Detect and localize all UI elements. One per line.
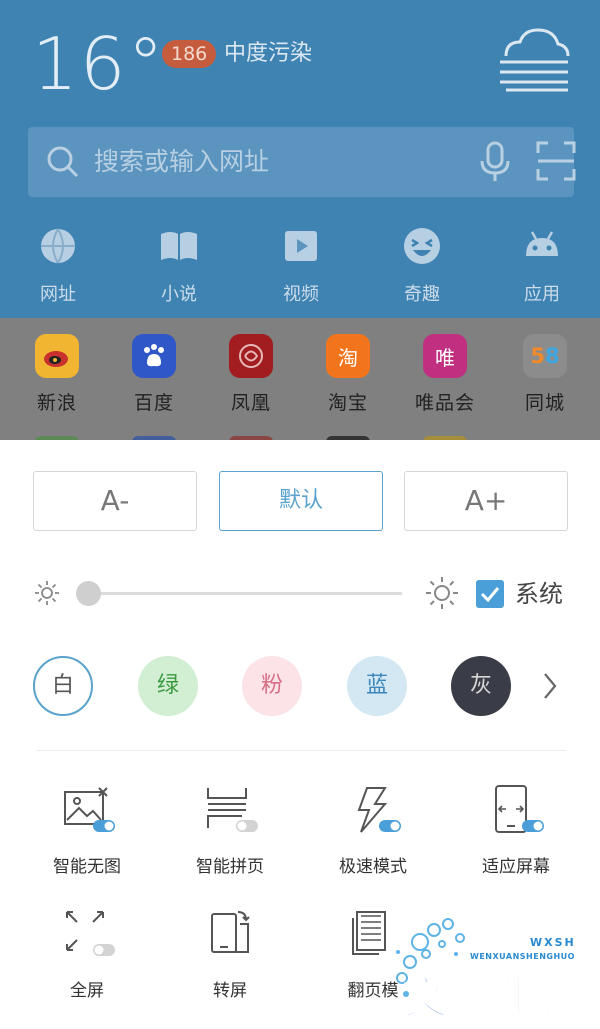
watermark-text: 文暄生活 [403,972,588,1025]
theme-gray[interactable]: 灰 [451,656,511,716]
watermark-logo: WXSH WENXUANSHENGHUO 文暄生活 [390,912,590,1025]
site-label: 凤凰 [230,392,271,414]
home-header: 16° 186 中度污染 搜索或输入网址 网址 小说 视频 奇趣 应用 [0,0,600,318]
font-decrease-button[interactable]: A- [33,471,197,531]
checkmark-icon [480,587,500,603]
ifeng-icon [229,334,273,378]
brightness-slider[interactable] [88,592,402,595]
page-merge-icon [207,788,258,832]
lightning-icon [357,787,401,833]
site-ifeng[interactable]: 凤凰 [206,334,296,415]
font-increase-button[interactable]: A+ [404,471,568,531]
58-icon: 58 [523,334,567,378]
brightness-row: 系统 [0,572,600,616]
site-label: 淘宝 [327,392,368,414]
58-icon-text: 58 [530,344,560,368]
divider [36,750,566,751]
nav-item-apps[interactable]: 应用 [497,224,587,306]
nav-item-novel[interactable]: 小说 [134,224,224,306]
nav-label: 应用 [524,284,560,305]
theme-blue[interactable]: 蓝 [347,656,407,716]
fullscreen-icon [66,911,115,956]
tool-label: 适应屏幕 [482,857,550,877]
mic-icon[interactable] [478,141,512,183]
vip-icon-text: 唯 [435,345,455,370]
laugh-face-icon [404,228,440,264]
watermark-tag: WXSH [530,936,576,949]
tool-speed-mode[interactable]: 极速模式 [308,784,438,877]
tool-label: 转屏 [213,981,247,1001]
tool-smart-page-merge[interactable]: 智能拼页 [165,784,295,877]
play-icon [285,231,317,261]
scan-icon[interactable] [536,141,576,181]
brightness-slider-handle[interactable] [76,581,101,606]
tool-label: 极速模式 [339,857,407,877]
nav-label: 网址 [40,284,76,305]
theme-white[interactable]: 白 [33,656,93,716]
temperature: 16° [32,22,166,106]
rotate-screen-icon [211,911,250,953]
baidu-paw-icon [132,334,176,378]
chevron-right-icon[interactable] [540,670,560,702]
brightness-high-icon [426,577,458,609]
tool-label: 全屏 [70,981,104,1001]
site-sina[interactable]: 新浪 [12,334,102,415]
book-icon [161,232,197,260]
globe-icon [41,228,75,264]
taobao-icon: 淘 [326,334,370,378]
nav-label: 奇趣 [404,284,440,305]
tool-fullscreen[interactable]: 全屏 [22,908,152,1001]
tool-label: 智能拼页 [196,857,264,877]
nav-item-fun[interactable]: 奇趣 [377,224,467,306]
site-baidu[interactable]: 百度 [109,334,199,415]
theme-selector: 白 绿 粉 蓝 灰 [0,656,600,718]
no-image-icon [64,787,115,832]
nav-item-url[interactable]: 网址 [13,224,103,306]
nav-item-video[interactable]: 视频 [256,224,346,306]
site-58[interactable]: 58 同城 [500,334,590,415]
font-default-button[interactable]: 默认 [219,471,383,531]
aqi-label[interactable]: 中度污染 [224,38,312,70]
vip-icon: 唯 [423,334,467,378]
search-bar[interactable]: 搜索或输入网址 [28,127,576,197]
search-icon [47,146,79,178]
tool-rotate-screen[interactable]: 转屏 [165,908,295,1001]
theme-green[interactable]: 绿 [138,656,198,716]
search-input[interactable]: 搜索或输入网址 [94,145,269,179]
system-brightness-checkbox[interactable] [476,580,504,608]
brightness-low-icon [35,581,59,605]
site-label: 新浪 [36,392,77,414]
aqi-badge[interactable]: 186 [162,40,217,68]
site-taobao[interactable]: 淘 淘宝 [303,334,393,415]
site-grid: 新浪 百度 凤凰 淘 淘宝 唯 唯品会 58 同城 [0,318,600,444]
site-label: 同城 [524,392,565,414]
tool-smart-no-image[interactable]: 智能无图 [22,784,152,877]
nav-label: 视频 [283,284,319,305]
android-icon [526,231,558,256]
site-vip[interactable]: 唯 唯品会 [400,334,490,415]
theme-pink[interactable]: 粉 [242,656,302,716]
watermark-sub: WENXUANSHENGHUO [470,952,575,961]
nav-label: 小说 [161,284,197,305]
site-label: 百度 [133,392,174,414]
tool-fit-screen[interactable]: 适应屏幕 [451,784,581,877]
fit-screen-icon [495,785,544,833]
taobao-icon-text: 淘 [338,345,358,370]
tool-label: 智能无图 [53,857,121,877]
quick-nav: 网址 小说 视频 奇趣 应用 [0,224,600,314]
system-brightness-label[interactable]: 系统 [515,578,563,610]
weibo-icon [35,334,79,378]
cloud-fog-icon[interactable] [496,26,572,92]
site-label: 唯品会 [414,392,475,414]
